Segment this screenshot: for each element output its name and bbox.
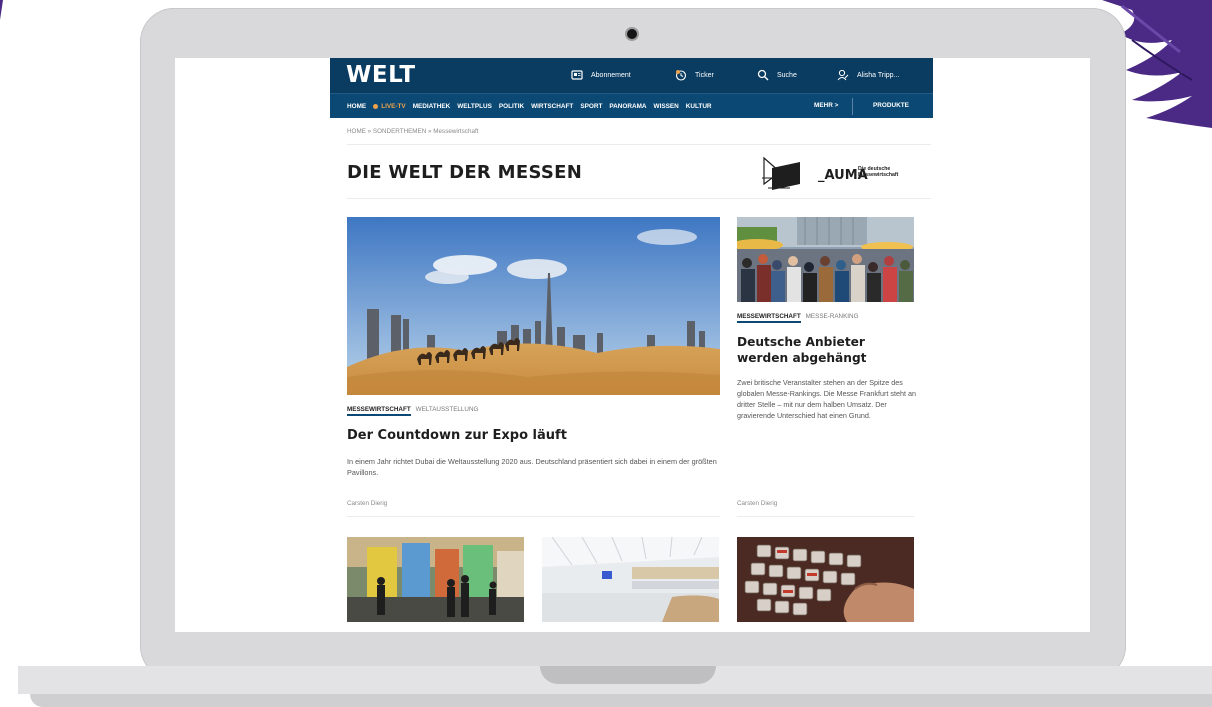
nav-home[interactable]: HOME — [347, 103, 366, 110]
laptop-base-edge — [30, 694, 1212, 707]
nav-kultur[interactable]: KULTUR — [686, 103, 712, 110]
nav-panorama[interactable]: PANORAMA — [609, 103, 646, 110]
keyboard-image[interactable] — [737, 537, 914, 622]
laptop-notch — [540, 666, 716, 684]
side-article-kicker[interactable]: MESSEWIRTSCHAFT MESSE-RANKING — [737, 313, 859, 323]
nav-live-tv[interactable]: LIVE-TV — [373, 103, 406, 110]
laptop-screen: WELT Abonnement Ticker Suche Alisha Trip… — [175, 58, 1090, 632]
kicker-messe-ranking[interactable]: MESSE-RANKING — [806, 313, 859, 320]
dubai-desert-image[interactable] — [347, 217, 720, 395]
exhibition-booth-image[interactable] — [347, 537, 524, 622]
ticker-link[interactable]: Ticker — [675, 69, 714, 81]
trade-fair-crowd-image[interactable] — [737, 217, 914, 302]
webcam-icon — [627, 29, 637, 39]
kicker-weltausstellung[interactable]: WELTAUSSTELLUNG — [416, 406, 479, 413]
top-bar: WELT Abonnement Ticker Suche Alisha Trip… — [330, 58, 933, 93]
main-article-author[interactable]: Carsten Dierig — [347, 500, 387, 507]
search-icon — [757, 69, 769, 81]
nav-live-tv-label: LIVE-TV — [381, 102, 406, 110]
stage: WELT Abonnement Ticker Suche Alisha Trip… — [0, 0, 1212, 707]
kicker-messewirtschaft[interactable]: MESSEWIRTSCHAFT — [347, 406, 411, 416]
nav-produkte[interactable]: PRODUKTE — [873, 102, 909, 109]
suche-label: Suche — [777, 71, 797, 79]
divider — [737, 516, 914, 517]
auma-tagline: Die deutsche Messewirtschaft — [858, 166, 898, 178]
side-article-teaser[interactable]: Zwei britische Veranstalter stehen an de… — [737, 377, 917, 421]
divider — [347, 516, 720, 517]
auma-tagline-line-2: Messewirtschaft — [858, 172, 899, 178]
nav-sport[interactable]: SPORT — [580, 103, 602, 110]
ticker-clock-icon — [675, 70, 687, 81]
kicker-messewirtschaft[interactable]: MESSEWIRTSCHAFT — [737, 313, 801, 323]
user-account-link[interactable]: Alisha Tripp... — [837, 69, 899, 81]
newspaper-icon — [571, 70, 583, 80]
divider — [347, 144, 931, 145]
nav-wirtschaft[interactable]: WIRTSCHAFT — [531, 103, 573, 110]
breadcrumb[interactable]: HOME » SONDERTHEMEN » Messewirtschaft — [347, 128, 478, 135]
side-article-author[interactable]: Carsten Dierig — [737, 500, 777, 507]
exhibition-hall-image[interactable] — [542, 537, 719, 622]
nav-divider — [852, 98, 853, 115]
ticker-label: Ticker — [695, 71, 714, 79]
main-article-headline[interactable]: Der Countdown zur Expo läuft — [347, 428, 567, 443]
welt-website: WELT Abonnement Ticker Suche Alisha Trip… — [330, 58, 933, 622]
nav-mehr[interactable]: MEHR > — [814, 102, 838, 109]
suche-button[interactable]: Suche — [757, 69, 797, 81]
nav-politik[interactable]: POLITIK — [499, 103, 524, 110]
abonnement-link[interactable]: Abonnement — [571, 69, 631, 81]
welt-logo[interactable]: WELT — [346, 62, 416, 88]
page-title: DIE WELT DER MESSEN — [347, 162, 583, 183]
abonnement-label: Abonnement — [591, 71, 631, 79]
nav-mediathek[interactable]: MEDIATHEK — [413, 103, 451, 110]
main-article-kicker[interactable]: MESSEWIRTSCHAFT WELTAUSSTELLUNG — [347, 406, 479, 416]
brush-stroke-left — [0, 0, 3, 20]
user-icon — [837, 69, 849, 81]
nav-wissen[interactable]: WISSEN — [654, 103, 679, 110]
main-article-teaser[interactable]: In einem Jahr richtet Dubai die Weltauss… — [347, 456, 722, 478]
side-article-headline[interactable]: Deutsche Anbieter werden abgehängt — [737, 334, 919, 366]
nav-weltplus[interactable]: WELTPLUS — [457, 103, 492, 110]
user-name: Alisha Tripp... — [857, 71, 900, 79]
live-dot-icon — [373, 103, 379, 109]
main-navigation: HOME LIVE-TV MEDIATHEK WELTPLUS POLITIK … — [330, 93, 933, 118]
divider — [347, 198, 931, 199]
